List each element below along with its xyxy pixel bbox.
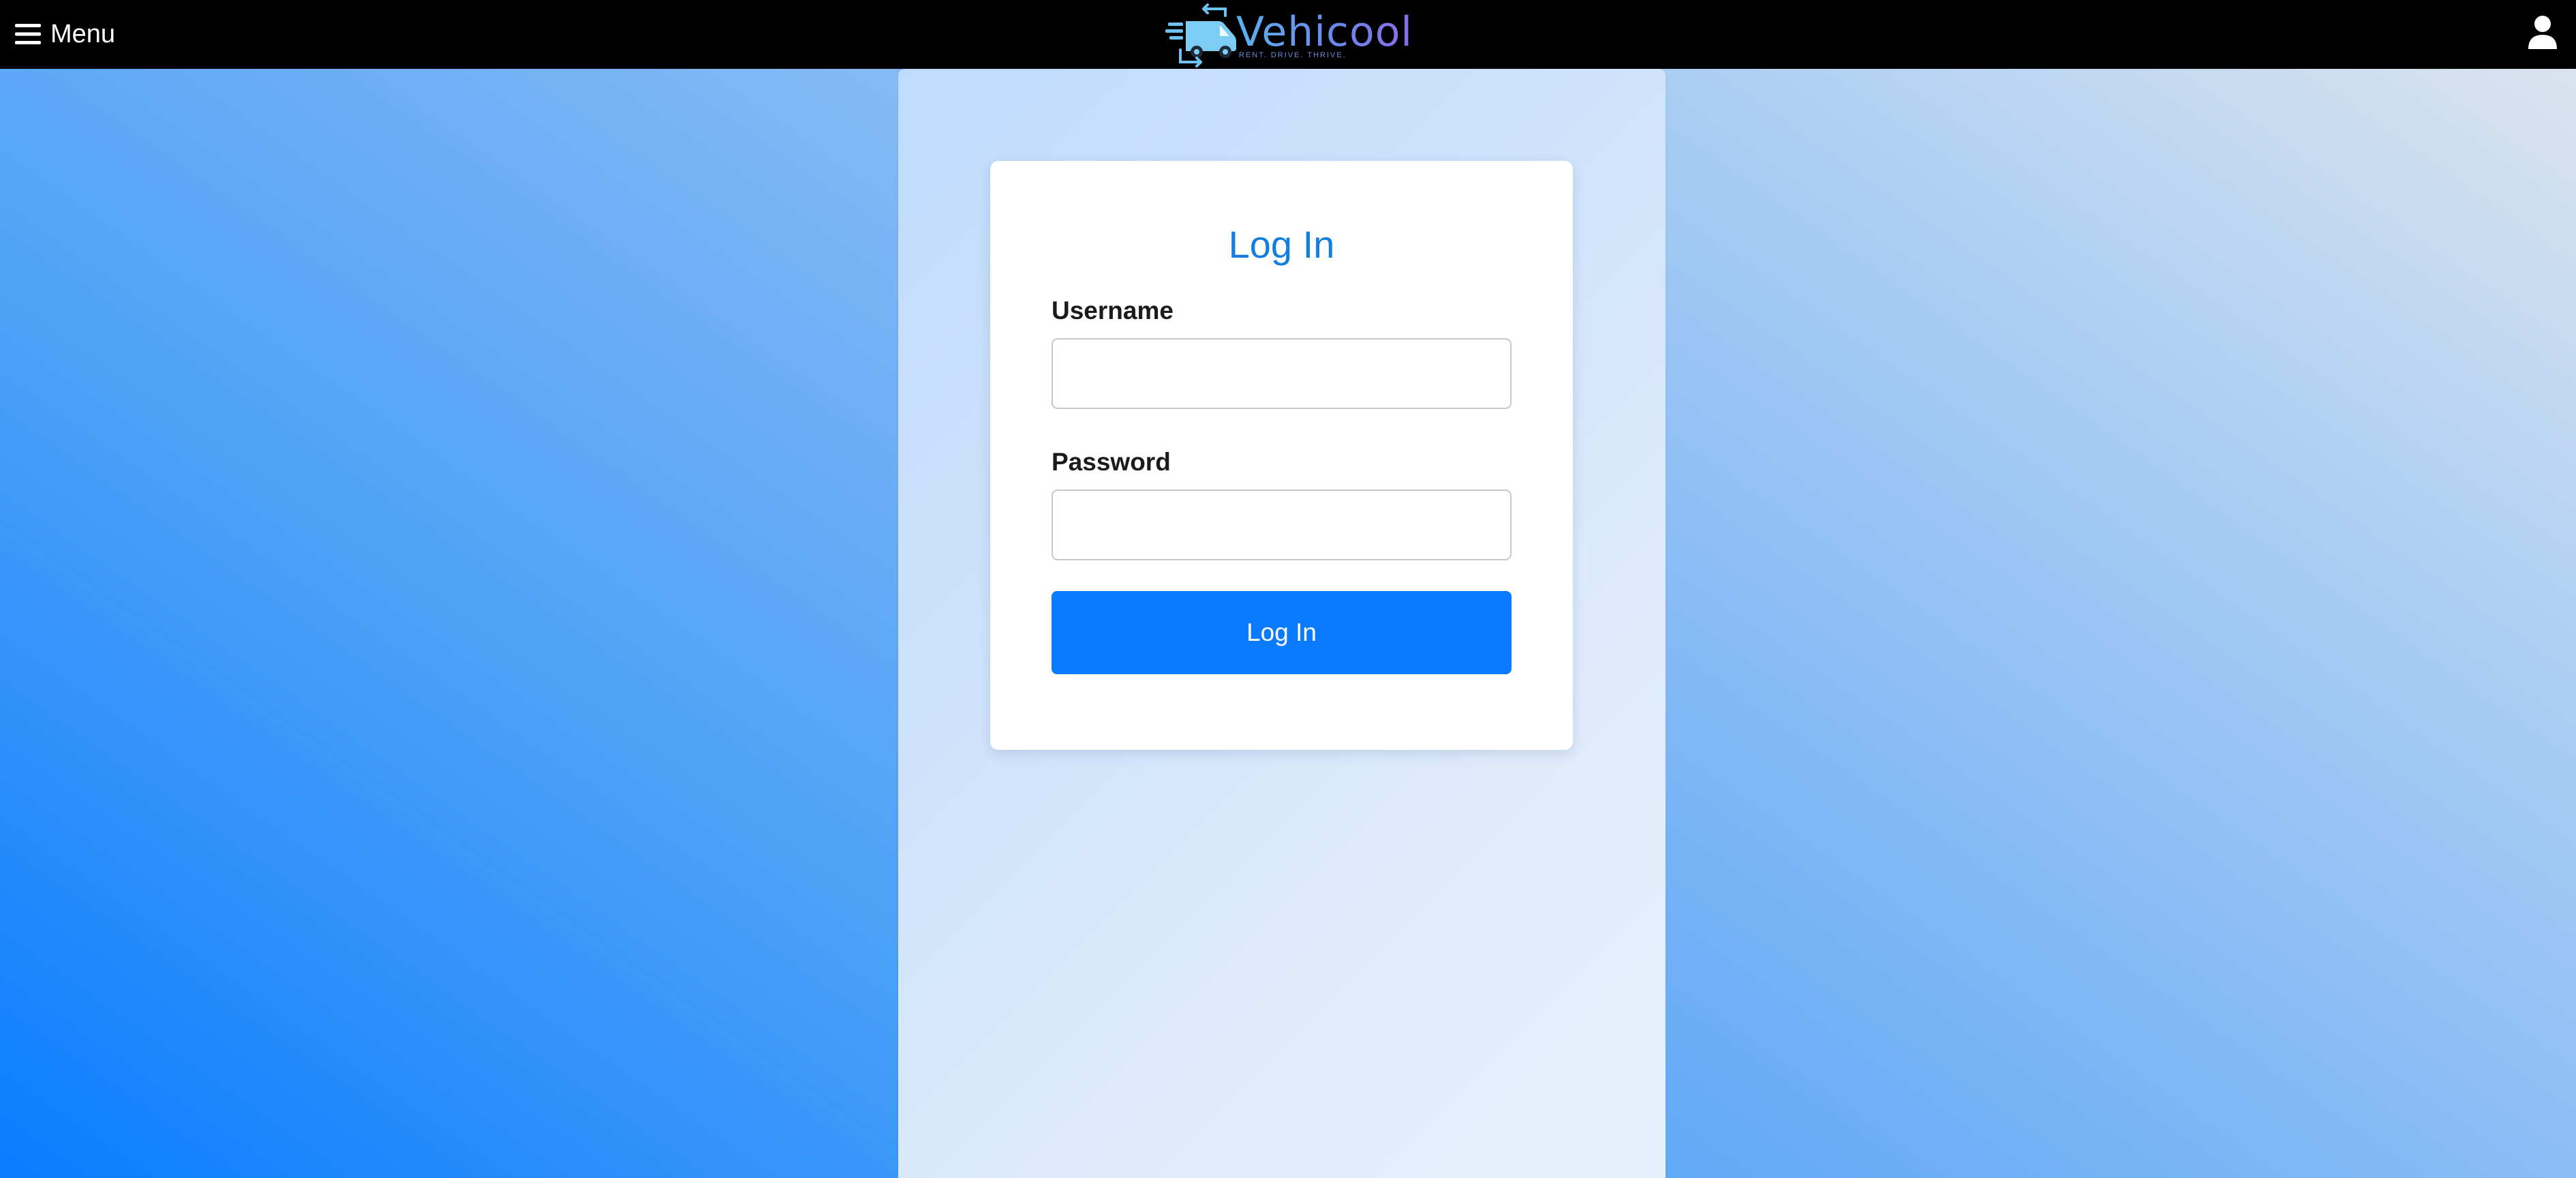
brand-name: Vehicool (1236, 7, 1413, 56)
menu-button[interactable]: Menu (15, 14, 115, 55)
hamburger-icon (15, 24, 41, 44)
login-title: Log In (1228, 223, 1335, 266)
brand-tagline: RENT. DRIVE. THRIVE. (1239, 50, 1347, 59)
top-navbar: Menu Vehicool RENT. DRIVE. THRIVE. (0, 0, 2576, 69)
van-with-arrows-icon (1165, 3, 1236, 67)
password-label: Password (1052, 448, 1171, 476)
password-field-group: Password (1052, 447, 1512, 560)
username-input[interactable] (1052, 338, 1512, 409)
brand-text: Vehicool RENT. DRIVE. THRIVE. (1236, 10, 1413, 59)
password-input[interactable] (1052, 489, 1512, 560)
login-submit-button[interactable]: Log In (1052, 591, 1512, 674)
login-card: Log In Username Password Log In (990, 161, 1573, 750)
username-label: Username (1052, 297, 1174, 324)
menu-label: Menu (50, 19, 116, 48)
user-icon[interactable] (2527, 15, 2558, 50)
brand-logo-link[interactable]: Vehicool RENT. DRIVE. THRIVE. (1165, 0, 1413, 69)
username-field-group: Username (1052, 296, 1512, 409)
